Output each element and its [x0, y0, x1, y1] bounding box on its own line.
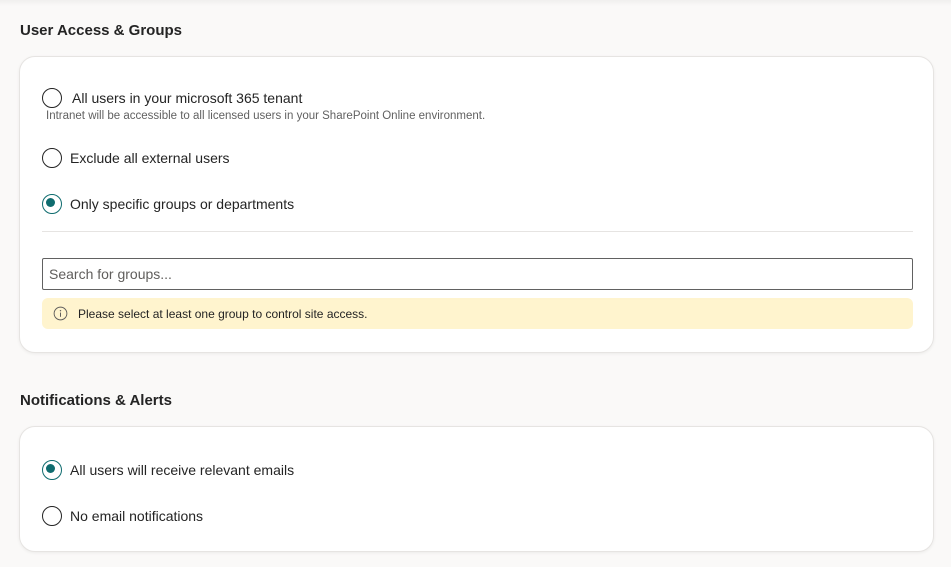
warning-message-bar: Please select at least one group to cont…: [42, 298, 913, 329]
user-access-title: User Access & Groups: [20, 22, 183, 39]
radio-option-label: All users in your microsoft 365 tenant: [72, 90, 303, 106]
radio-button[interactable]: [42, 506, 62, 526]
radio-option-receive-emails[interactable]: All users will receive relevant emails: [42, 459, 294, 481]
all-tenant-users-hint: Intranet will be accessible to all licen…: [46, 110, 486, 122]
radio-option-label: Exclude all external users: [70, 150, 230, 166]
top-shadow: [0, 0, 951, 6]
radio-option-exclude-external[interactable]: Exclude all external users: [42, 147, 230, 169]
user-access-card: All users in your microsoft 365 tenant I…: [19, 56, 934, 353]
radio-option-no-emails[interactable]: No email notifications: [42, 505, 203, 527]
radio-button-selected[interactable]: [42, 460, 62, 480]
radio-button-selected[interactable]: [42, 194, 62, 214]
radio-option-label: All users will receive relevant emails: [70, 462, 295, 478]
radio-button[interactable]: [42, 88, 62, 108]
info-icon: [53, 306, 68, 321]
group-search-input[interactable]: [42, 258, 913, 290]
radio-option-all-tenant-users[interactable]: All users in your microsoft 365 tenant: [42, 87, 302, 109]
radio-option-label: Only specific groups or departments: [70, 196, 295, 212]
notifications-card: All users will receive relevant emails N…: [19, 426, 934, 552]
divider: [42, 231, 913, 232]
radio-button[interactable]: [42, 148, 62, 168]
radio-option-label: No email notifications: [70, 508, 204, 524]
warning-text: Please select at least one group to cont…: [78, 306, 368, 321]
radio-option-specific-groups[interactable]: Only specific groups or departments: [42, 193, 294, 215]
notifications-title: Notifications & Alerts: [20, 392, 172, 409]
